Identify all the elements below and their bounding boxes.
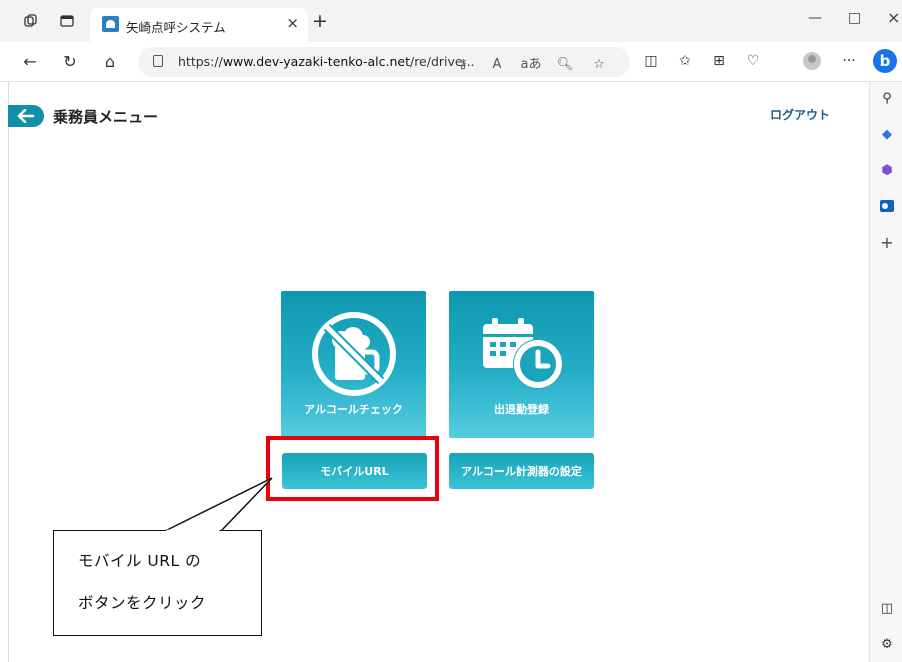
callout-pointer-gap: [166, 529, 220, 533]
